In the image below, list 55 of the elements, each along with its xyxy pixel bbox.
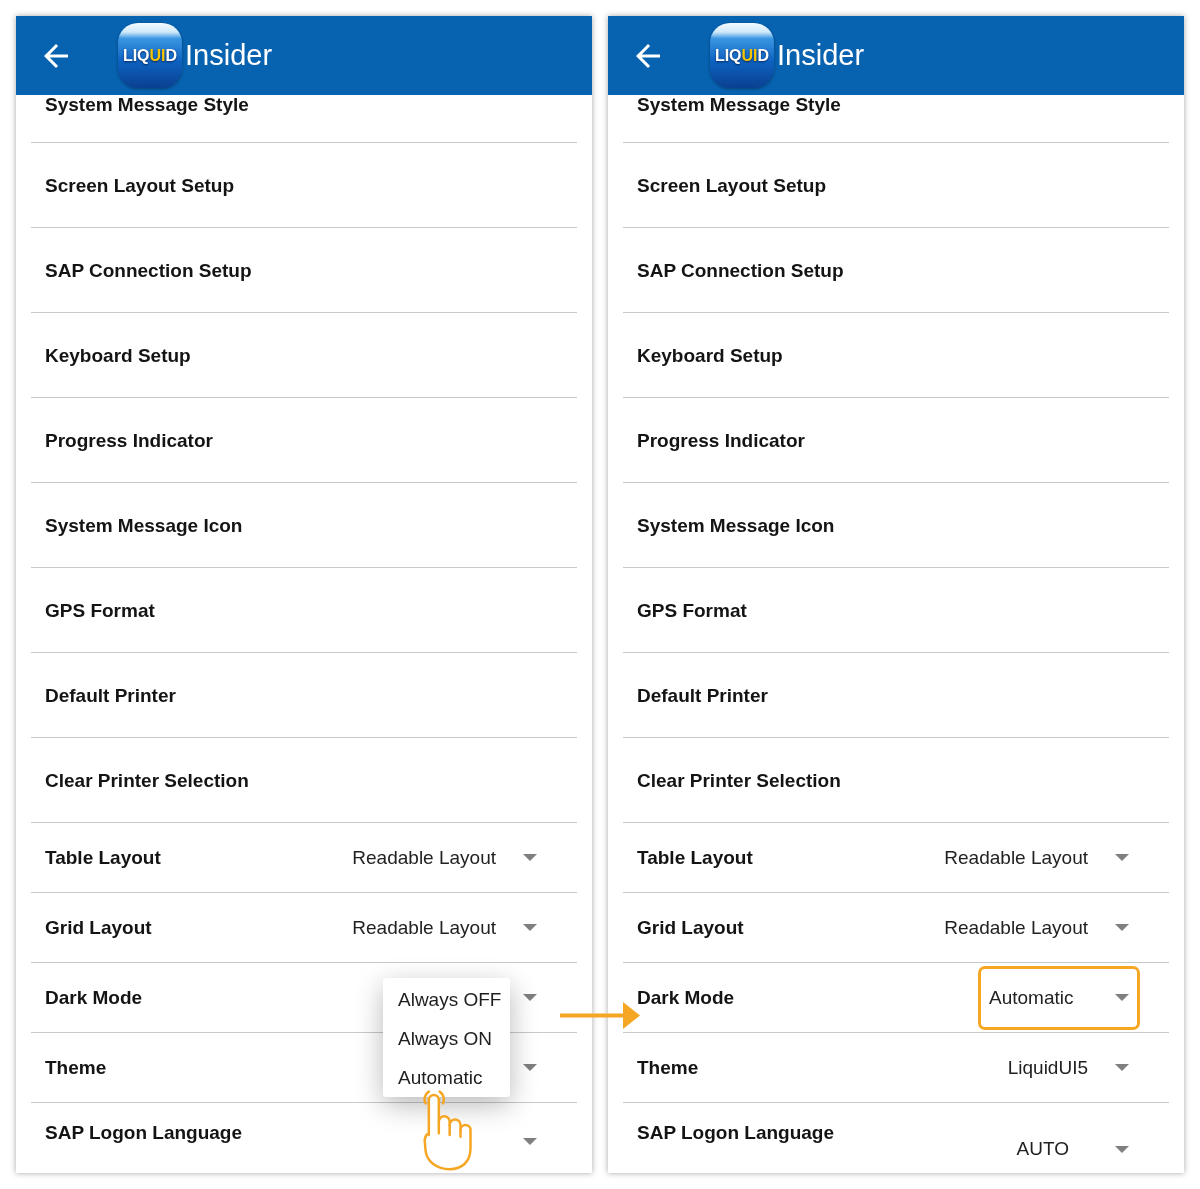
app-title: Insider bbox=[185, 41, 273, 70]
settings-item[interactable]: Screen Layout Setup bbox=[31, 143, 577, 228]
settings-item[interactable]: Clear Printer Selection bbox=[623, 738, 1169, 823]
menu-item[interactable]: Always OFF bbox=[383, 980, 510, 1019]
settings-item[interactable]: GPS Format bbox=[623, 568, 1169, 653]
app-logo: LIQUID bbox=[118, 23, 182, 88]
caret-icon bbox=[1115, 1064, 1129, 1071]
dropdown[interactable]: Automatic bbox=[978, 965, 1140, 1030]
settings-item[interactable]: Screen Layout Setup bbox=[623, 143, 1169, 228]
setting-label: Theme bbox=[45, 1058, 107, 1077]
caret-icon bbox=[1115, 854, 1129, 861]
setting-label: Table Layout bbox=[637, 848, 753, 867]
settings-item[interactable]: Progress Indicator bbox=[623, 398, 1169, 483]
settings-item[interactable]: System Message Style bbox=[623, 95, 1169, 143]
back-arrow-icon[interactable] bbox=[44, 43, 68, 68]
settings-item[interactable]: System Message Icon bbox=[31, 483, 577, 568]
setting-label: Dark Mode bbox=[637, 988, 735, 1007]
setting-label: Grid Layout bbox=[637, 918, 744, 937]
dropdown[interactable]: Readable Layout bbox=[944, 916, 1129, 939]
dropdown[interactable]: LiquidUI5 bbox=[1007, 1056, 1129, 1079]
menu-item[interactable]: Always ON bbox=[383, 1019, 510, 1058]
settings-item[interactable]: GPS Format bbox=[31, 568, 577, 653]
setting-label: Table Layout bbox=[45, 848, 161, 867]
settings-item[interactable]: System Message Icon bbox=[623, 483, 1169, 568]
dropdown[interactable]: AUTO bbox=[1016, 1138, 1129, 1160]
settings-item[interactable]: Progress Indicator bbox=[31, 398, 577, 483]
setting-label: SAP Logon Language bbox=[637, 1123, 835, 1142]
setting-label: Dark Mode bbox=[45, 988, 143, 1007]
menu-item[interactable]: Automatic bbox=[383, 1058, 510, 1097]
settings-item[interactable]: Default Printer bbox=[31, 653, 577, 738]
setting-label: SAP Logon Language bbox=[45, 1123, 243, 1142]
dropdown[interactable]: Readable Layout bbox=[352, 846, 537, 869]
caret-icon bbox=[523, 854, 537, 861]
settings-item[interactable]: SAP Connection Setup bbox=[31, 228, 577, 313]
dropdown[interactable]: Readable Layout bbox=[352, 916, 537, 939]
caret-icon bbox=[1115, 1145, 1129, 1153]
caret-icon bbox=[1115, 994, 1129, 1001]
caret-icon bbox=[1115, 924, 1129, 931]
caret-icon[interactable] bbox=[523, 1138, 537, 1145]
back-arrow-icon[interactable] bbox=[636, 43, 660, 68]
app-title: Insider bbox=[777, 41, 865, 70]
settings-item[interactable]: System Message Style bbox=[31, 95, 577, 143]
caret-icon bbox=[523, 924, 537, 931]
settings-item[interactable]: SAP Connection Setup bbox=[623, 228, 1169, 313]
right-arrow-icon bbox=[560, 1002, 640, 1029]
caret-icon[interactable] bbox=[523, 1064, 537, 1071]
setting-label: Grid Layout bbox=[45, 918, 152, 937]
settings-item[interactable]: Clear Printer Selection bbox=[31, 738, 577, 823]
app-logo: LIQUID bbox=[710, 23, 774, 88]
settings-item[interactable]: Keyboard Setup bbox=[31, 313, 577, 398]
settings-item[interactable]: Keyboard Setup bbox=[623, 313, 1169, 398]
dropdown[interactable]: Readable Layout bbox=[944, 846, 1129, 869]
caret-icon[interactable] bbox=[523, 994, 537, 1001]
setting-label: Theme bbox=[637, 1058, 699, 1077]
settings-item[interactable]: Default Printer bbox=[623, 653, 1169, 738]
